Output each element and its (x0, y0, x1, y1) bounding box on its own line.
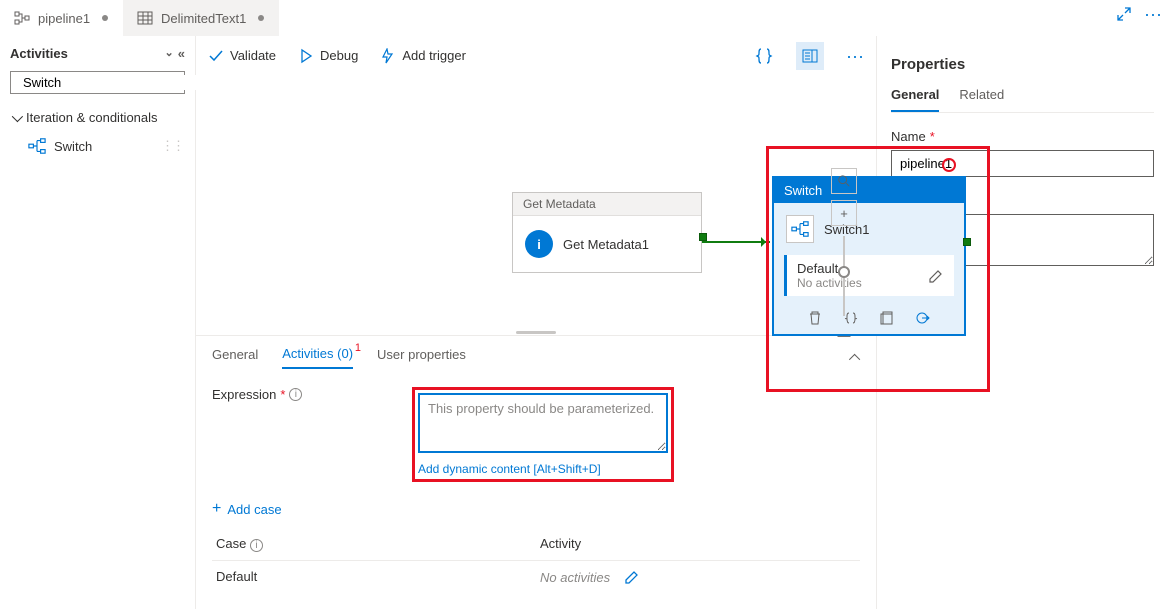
debug-label: Debug (320, 48, 358, 63)
modified-dot-icon (102, 15, 108, 21)
info-icon[interactable]: i (289, 388, 302, 401)
add-dynamic-content-link[interactable]: Add dynamic content [Alt+Shift+D] (418, 462, 668, 476)
tab-label: pipeline1 (38, 11, 90, 26)
pencil-icon[interactable] (624, 569, 640, 585)
switch-default-case[interactable]: Default No activities (784, 255, 954, 296)
activity-label: Switch (54, 139, 92, 154)
validate-label: Validate (230, 48, 276, 63)
pencil-icon[interactable] (928, 268, 944, 284)
tab-activities[interactable]: Activities (0)1 (282, 346, 353, 369)
add-case-button[interactable]: + Add case (212, 500, 860, 518)
category-label: Iteration & conditionals (26, 110, 158, 125)
zoom-thumb[interactable] (838, 266, 850, 278)
zoom-out-button[interactable]: — (838, 328, 851, 343)
switch-icon (786, 215, 814, 243)
check-icon (208, 48, 224, 64)
output-port[interactable] (699, 233, 707, 241)
pipeline-icon (14, 10, 30, 26)
tab-user-properties[interactable]: User properties (377, 347, 466, 368)
dataset-icon (137, 10, 153, 26)
trigger-icon (380, 48, 396, 64)
properties-toggle-button[interactable] (796, 42, 824, 70)
search-field[interactable] (23, 75, 199, 90)
editor-tabs: pipeline1 DelimitedText1 ··· (0, 0, 1168, 36)
pipeline-toolbar: Validate Debug Add trigger ··· (196, 36, 876, 76)
braces-icon[interactable] (754, 46, 774, 66)
canvas-zoom-tools: + — (830, 168, 858, 343)
output-port[interactable] (963, 238, 971, 246)
props-tab-related[interactable]: Related (959, 87, 1004, 112)
modified-dot-icon (258, 15, 264, 21)
info-icon: i (525, 230, 553, 258)
case-table: Case i Activity Default No activities (212, 528, 860, 593)
required-indicator: * (930, 129, 935, 144)
chevron-down-icon (12, 110, 23, 121)
properties-title: Properties (891, 56, 1154, 73)
case-name: Default (212, 561, 536, 593)
node-get-metadata[interactable]: Get Metadata i Get Metadata1 (512, 192, 702, 273)
copy-icon[interactable] (879, 310, 895, 326)
zoom-slider[interactable] (843, 236, 845, 316)
name-label: Name (891, 129, 926, 144)
node-action-bar (774, 304, 964, 334)
category-iteration[interactable]: Iteration & conditionals (10, 104, 185, 131)
node-type-label: Switch (784, 183, 822, 198)
pipeline-canvas[interactable]: Get Metadata i Get Metadata1 Switch (196, 76, 876, 329)
table-row: Default No activities (212, 561, 860, 593)
expand-activity-icon[interactable] (915, 310, 931, 326)
sidebar-title: Activities (10, 46, 68, 61)
node-name-label: Get Metadata1 (563, 237, 649, 252)
activities-sidebar: Activities ⌄ « Iteration & conditionals … (0, 36, 196, 609)
column-case: Case (216, 536, 246, 551)
info-icon[interactable]: i (250, 539, 263, 552)
collapse-panel-icon[interactable]: « (178, 46, 185, 61)
drag-handle-icon: ⋮⋮ (161, 138, 183, 154)
tab-general[interactable]: General (212, 347, 258, 368)
props-tab-general[interactable]: General (891, 87, 939, 112)
more-menu-button[interactable]: ··· (1144, 9, 1162, 19)
add-trigger-label: Add trigger (402, 48, 466, 63)
highlight-box: Add dynamic content [Alt+Shift+D] (412, 387, 674, 482)
play-icon (298, 48, 314, 64)
expand-icon[interactable] (1116, 6, 1132, 22)
node-type-label: Get Metadata (513, 193, 701, 216)
required-indicator: * (280, 387, 285, 402)
chevron-expand-icon[interactable]: ⌄ (165, 46, 174, 61)
activity-search-input[interactable] (10, 71, 185, 94)
debug-button[interactable]: Debug (298, 48, 358, 64)
validate-button[interactable]: Validate (208, 48, 276, 64)
expression-input[interactable] (418, 393, 668, 453)
tab-label: DelimitedText1 (161, 11, 246, 26)
activity-switch[interactable]: Switch ⋮⋮ (10, 131, 185, 161)
switch-icon (28, 137, 46, 155)
tab-delimitedtext1[interactable]: DelimitedText1 (123, 0, 279, 36)
column-activity: Activity (536, 528, 860, 560)
no-activities-text: No activities (540, 570, 610, 585)
delete-icon[interactable] (807, 310, 823, 326)
top-right-actions: ··· (1116, 6, 1162, 22)
connection-arrow (702, 241, 770, 243)
search-canvas-button[interactable] (831, 168, 857, 194)
node-switch[interactable]: Switch Switch1 Default No activities (772, 176, 966, 336)
zoom-in-button[interactable]: + (831, 200, 857, 226)
toolbar-more-button[interactable]: ··· (846, 51, 864, 61)
tab-pipeline1[interactable]: pipeline1 (0, 0, 123, 36)
add-trigger-button[interactable]: Add trigger (380, 48, 466, 64)
expression-label: Expression (212, 387, 276, 402)
validation-error-icon (942, 158, 956, 172)
